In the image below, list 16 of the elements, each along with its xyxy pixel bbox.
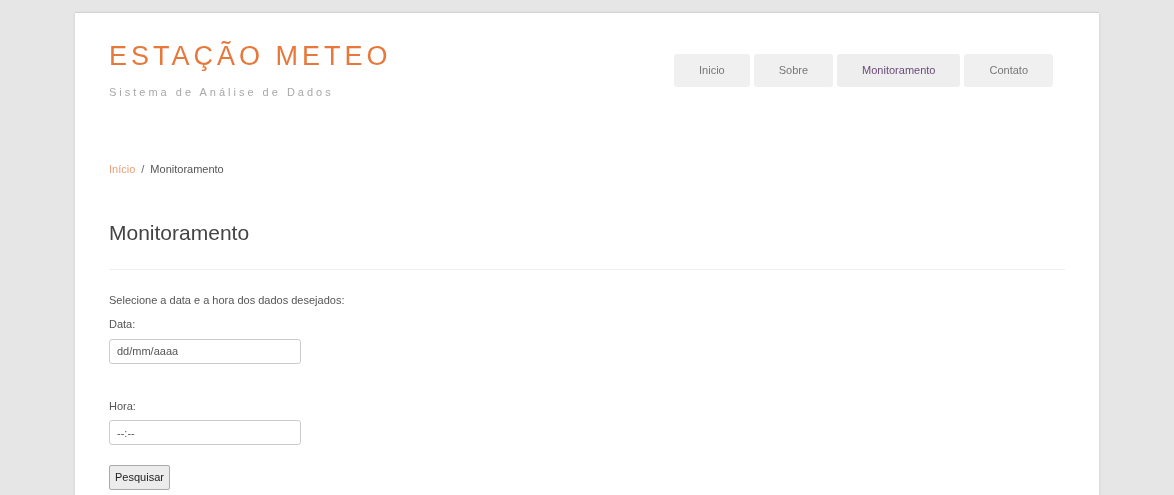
breadcrumb-current: Monitoramento	[150, 161, 224, 177]
input-field[interactable]: dd/mm/aaaa	[109, 338, 301, 364]
breadcrumb-link[interactable]: Início	[109, 160, 136, 177]
field-label: Hora:	[109, 398, 137, 414]
site-logo[interactable]: ESTAÇÃO METEO	[109, 43, 392, 70]
search-button[interactable]: Pesquisar	[109, 465, 170, 490]
nav-tab[interactable]: Sobre	[753, 54, 834, 87]
page-heading: Monitoramento	[109, 220, 251, 246]
site-subtitle: Sistema de Análise de Dados	[109, 85, 335, 100]
instruction-text: Selecione a data e a hora dos dados desejados:	[109, 292, 346, 308]
breadcrumb-separator: /	[141, 161, 145, 177]
input-field[interactable]: --:--	[109, 420, 301, 445]
nav-tab[interactable]: Inicio	[674, 54, 750, 87]
nav-tab[interactable]: Monitoramento	[837, 54, 961, 87]
field-label: Data:	[109, 317, 137, 332]
nav-tab[interactable]: Contato	[964, 54, 1053, 87]
